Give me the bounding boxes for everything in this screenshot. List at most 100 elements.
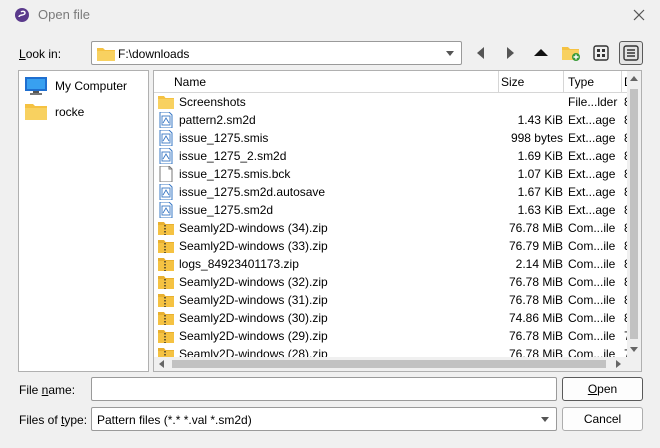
pattern-file-icon xyxy=(159,184,173,200)
file-type: Com...ile xyxy=(568,329,616,343)
file-row[interactable]: issue_1275.smis.bck1.07 KiBExt...age8 xyxy=(154,165,627,183)
file-name: Seamly2D-windows (34).zip xyxy=(179,221,328,235)
file-row[interactable]: issue_1275.sm2d.autosave 1.67 KiB Ext...ag… xyxy=(154,183,627,201)
chevron-down-icon xyxy=(541,417,549,422)
file-type-label: Files of type: xyxy=(19,413,88,427)
file-row[interactable]: issue_1275.sm2d1.63 KiBExt...age8 xyxy=(154,201,627,219)
file-row[interactable]: Seamly2D-windows (32).zip 76.78 MiB Com...… xyxy=(154,273,627,291)
column-size[interactable]: Size xyxy=(499,71,564,93)
scroll-thumb[interactable] xyxy=(172,360,606,368)
file-name: issue_1275.sm2d xyxy=(179,203,274,217)
file-row[interactable]: Seamly2D-windows (29).zip 76.78 MiB Com...… xyxy=(154,327,627,345)
parent-folder-button[interactable] xyxy=(529,41,553,65)
file-name-label: File name: xyxy=(19,383,76,397)
file-row[interactable]: Seamly2D-windows (28).zip 76.78 MiB Com...… xyxy=(154,345,627,357)
file-size: 76.78 MiB xyxy=(508,329,563,343)
file-name: issue_1275.smis.bck xyxy=(179,167,291,181)
file-row[interactable]: logs_84923401173.zip2.14 MiBCom...ile8 xyxy=(154,255,627,273)
file-type: Com...ile xyxy=(568,311,616,325)
file-type: Ext...age xyxy=(568,185,616,199)
file-size: 1.67 KiB xyxy=(517,185,563,199)
file-row[interactable]: Seamly2D-windows (33).zip 76.79 MiB Com...… xyxy=(154,237,627,255)
folder-icon xyxy=(158,96,174,109)
file-size: 76.79 MiB xyxy=(508,239,563,253)
file-row[interactable]: pattern2.sm2d1.43 KiBExt...age8 xyxy=(154,111,627,129)
look-in-combo[interactable]: F:\downloads xyxy=(91,41,462,65)
file-row[interactable]: issue_1275.smis998 bytesExt...age8 xyxy=(154,129,627,147)
file-size: 1.43 KiB xyxy=(517,113,563,127)
file-type: Com...ile xyxy=(568,347,616,357)
file-size: 76.78 MiB xyxy=(508,293,563,307)
zip-folder-icon xyxy=(158,258,174,271)
column-type[interactable]: Type xyxy=(564,71,622,93)
file-row[interactable]: Seamly2D-windows (31).zip 76.78 MiB Com...… xyxy=(154,291,627,309)
zip-folder-icon xyxy=(158,294,174,307)
horizontal-scrollbar[interactable] xyxy=(154,357,627,371)
new-folder-button[interactable] xyxy=(559,41,583,65)
scroll-thumb[interactable] xyxy=(630,89,638,339)
zip-folder-icon xyxy=(158,276,174,289)
file-row[interactable]: issue_1275_2.sm2d1.69 KiBExt...age8 xyxy=(154,147,627,165)
sidebar-item-rocke[interactable]: rocke xyxy=(23,101,145,123)
file-size: 998 bytes xyxy=(510,131,563,145)
open-button[interactable]: Open xyxy=(562,377,643,401)
column-name[interactable]: Name xyxy=(154,71,499,93)
file-name: issue_1275.sm2d.autosave xyxy=(179,185,326,199)
forward-button[interactable] xyxy=(498,41,522,65)
places-sidebar: My Computer rocke xyxy=(18,70,149,372)
pattern-file-icon xyxy=(159,112,173,128)
file-rows: ScreenshotsFile...lder8pattern2.sm2d1.43… xyxy=(154,93,627,357)
look-in-label: Look in: xyxy=(19,47,62,61)
sidebar-item-label: rocke xyxy=(55,105,85,119)
close-button[interactable] xyxy=(626,4,652,26)
look-in-path: F:\downloads xyxy=(118,47,190,61)
file-size: 1.69 KiB xyxy=(517,149,563,163)
file-type-combo[interactable]: Pattern files (*.* *.val *.sm2d) xyxy=(91,407,557,431)
file-name: Seamly2D-windows (29).zip xyxy=(179,329,328,343)
scroll-left-icon[interactable] xyxy=(159,360,164,368)
file-name: logs_84923401173.zip xyxy=(179,257,299,271)
zip-folder-icon xyxy=(158,330,174,343)
file-row[interactable]: Seamly2D-windows (34).zip 76.78 MiB Com...… xyxy=(154,219,627,237)
file-list[interactable]: Name Size Type D ScreenshotsFile...lder8… xyxy=(153,70,642,372)
list-view-icon xyxy=(593,45,609,61)
file-name: issue_1275_2.sm2d xyxy=(179,149,287,163)
zip-folder-icon xyxy=(158,348,174,357)
file-type: File...lder xyxy=(568,95,618,109)
file-type: Com...ile xyxy=(568,275,616,289)
forward-icon xyxy=(507,47,514,59)
scroll-right-icon[interactable] xyxy=(616,360,621,368)
file-type: Ext...age xyxy=(568,113,616,127)
back-icon xyxy=(477,47,484,59)
file-size: 76.78 MiB xyxy=(508,275,563,289)
folder-icon xyxy=(97,48,115,61)
file-row[interactable]: Seamly2D-windows (30).zip 74.86 MiB Com...… xyxy=(154,309,627,327)
vertical-scrollbar[interactable] xyxy=(627,71,641,357)
file-size: 2.14 MiB xyxy=(515,257,563,271)
window-title: Open file xyxy=(38,7,91,22)
zip-folder-icon xyxy=(158,222,174,235)
sidebar-item-my-computer[interactable]: My Computer xyxy=(23,75,145,97)
back-button[interactable] xyxy=(469,41,493,65)
parent-folder-icon xyxy=(534,49,548,56)
detail-view-icon xyxy=(623,45,639,61)
file-name-input[interactable] xyxy=(91,377,557,401)
file-name: Screenshots xyxy=(179,95,246,109)
pattern-file-icon xyxy=(159,130,173,146)
scroll-up-icon[interactable] xyxy=(630,76,638,81)
file-type: Com...ile xyxy=(568,221,616,235)
list-view-button[interactable] xyxy=(589,41,613,65)
file-row[interactable]: ScreenshotsFile...lder8 xyxy=(154,93,627,111)
detail-view-button[interactable] xyxy=(619,41,643,65)
cancel-button[interactable]: Cancel xyxy=(562,407,643,431)
title-bar: Open file xyxy=(0,0,660,30)
scroll-down-icon[interactable] xyxy=(630,347,638,352)
app-icon xyxy=(15,8,29,22)
file-size: 1.07 KiB xyxy=(517,167,563,181)
scroll-corner xyxy=(627,357,641,371)
file-type: Com...ile xyxy=(568,257,616,271)
file-size: 1.63 KiB xyxy=(517,203,563,217)
file-name: Seamly2D-windows (30).zip xyxy=(179,311,328,325)
pattern-file-icon xyxy=(159,148,173,164)
chevron-down-icon xyxy=(446,51,454,56)
